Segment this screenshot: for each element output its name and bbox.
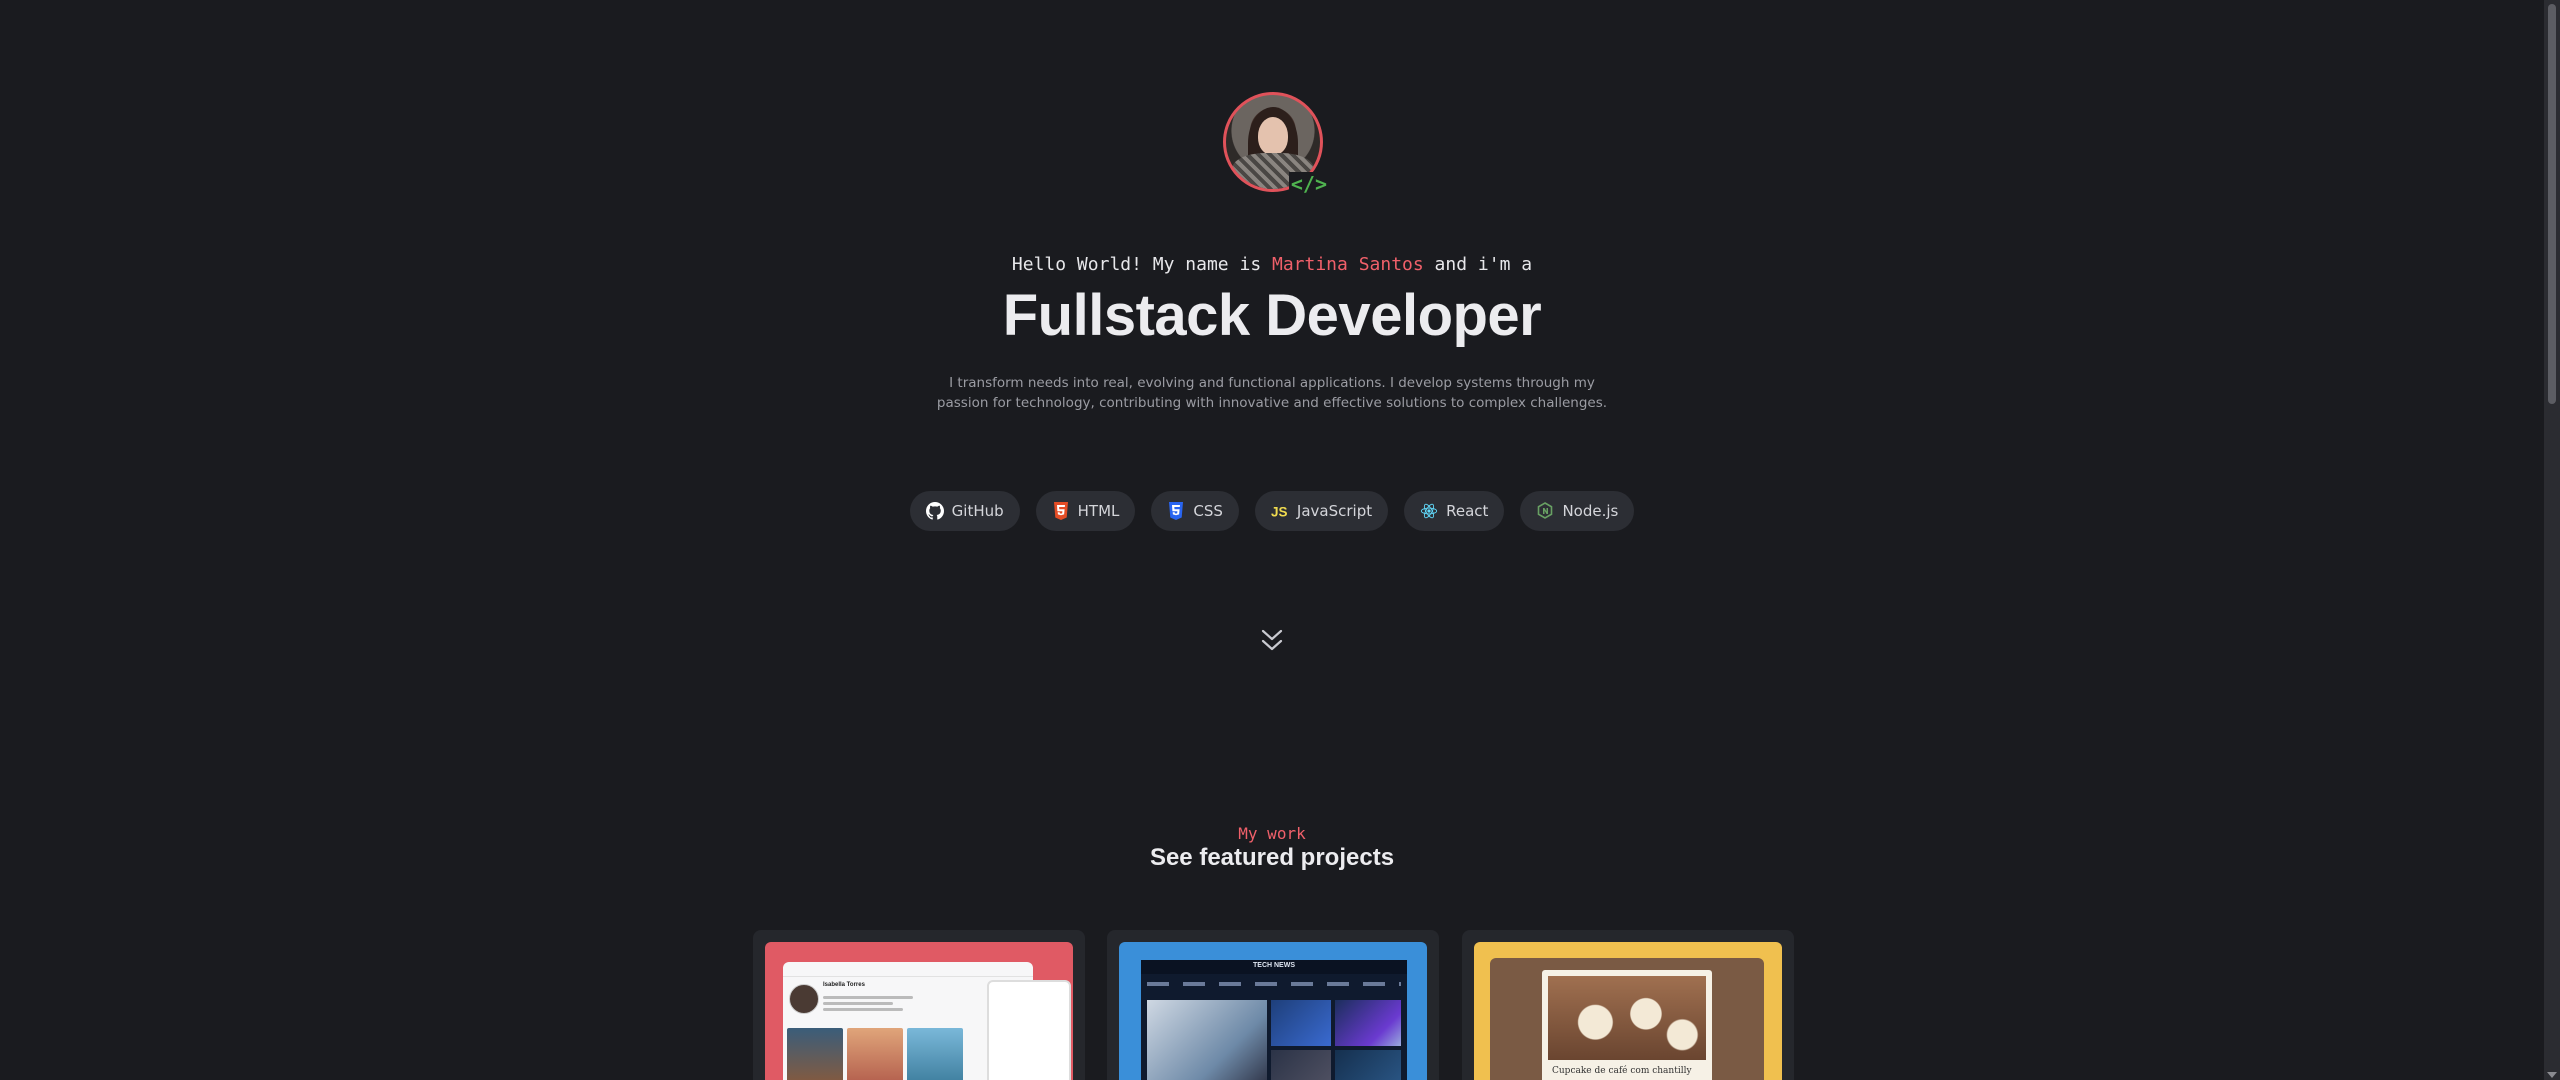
project-card-news[interactable]: TECH NEWS: [1107, 930, 1439, 1080]
project-thumbnail: Isabella Torres: [765, 942, 1073, 1080]
tech-stack-list: GitHub HTML CSS JS JavaScript React Node…: [0, 491, 2544, 531]
github-icon: [925, 502, 944, 520]
svg-text:JS: JS: [1271, 504, 1288, 519]
tech-chip-label: HTML: [1077, 502, 1120, 520]
portfolio-page: </> Hello World! My name is Martina Sant…: [0, 0, 2544, 1080]
tech-chip-label: GitHub: [951, 502, 1004, 520]
tech-chip-css[interactable]: CSS: [1151, 491, 1239, 531]
project-card-recipes[interactable]: Cupcake de café com chantilly: [1462, 930, 1794, 1080]
tech-chip-github[interactable]: GitHub: [909, 491, 1020, 531]
project-thumbnail: Cupcake de café com chantilly: [1474, 942, 1782, 1080]
scroll-down-arrow-icon[interactable]: [2547, 1072, 2557, 1078]
profile-name: Isabella Torres: [823, 982, 865, 988]
avatar: </>: [1223, 92, 1329, 196]
css3-icon: [1167, 502, 1185, 520]
project-card-social[interactable]: Isabella Torres: [753, 930, 1085, 1080]
code-icon: </>: [1288, 172, 1329, 196]
section-title: See featured projects: [1149, 844, 1395, 871]
tech-chip-react[interactable]: React: [1404, 491, 1505, 531]
recipe-caption: Cupcake de café com chantilly: [1552, 1066, 1692, 1076]
tech-chip-html[interactable]: HTML: [1035, 491, 1136, 531]
double-chevron-down-icon: [1261, 629, 1283, 651]
intro-suffix: and i'm a: [1423, 254, 1533, 275]
tech-chip-nodejs[interactable]: Node.js: [1520, 491, 1635, 531]
project-thumbnail: TECH NEWS: [1119, 942, 1427, 1080]
javascript-icon: JS: [1271, 502, 1289, 520]
intro-prefix: Hello World! My name is: [1011, 254, 1272, 275]
developer-name: Martina Santos: [1272, 254, 1424, 275]
tech-chip-label: JavaScript: [1296, 502, 1373, 520]
tech-chip-javascript[interactable]: JS JavaScript: [1254, 491, 1389, 531]
section-kicker: My work: [1238, 824, 1306, 843]
scrollbar-thumb[interactable]: [2548, 4, 2556, 404]
nodejs-icon: [1536, 502, 1554, 520]
news-site-name: TECH NEWS: [1253, 962, 1295, 969]
tech-chip-label: CSS: [1193, 502, 1223, 520]
vertical-scrollbar[interactable]: [2544, 0, 2560, 1080]
tech-chip-label: React: [1446, 502, 1489, 520]
tech-chip-label: Node.js: [1562, 502, 1619, 520]
hero-description: I transform needs into real, evolving an…: [936, 375, 1608, 411]
react-icon: [1420, 502, 1438, 520]
intro-line: Hello World! My name is Martina Santos a…: [0, 254, 2544, 275]
scroll-down-button[interactable]: [1258, 627, 1286, 657]
html5-icon: [1052, 502, 1070, 520]
page-title: Fullstack Developer: [1002, 283, 1542, 348]
